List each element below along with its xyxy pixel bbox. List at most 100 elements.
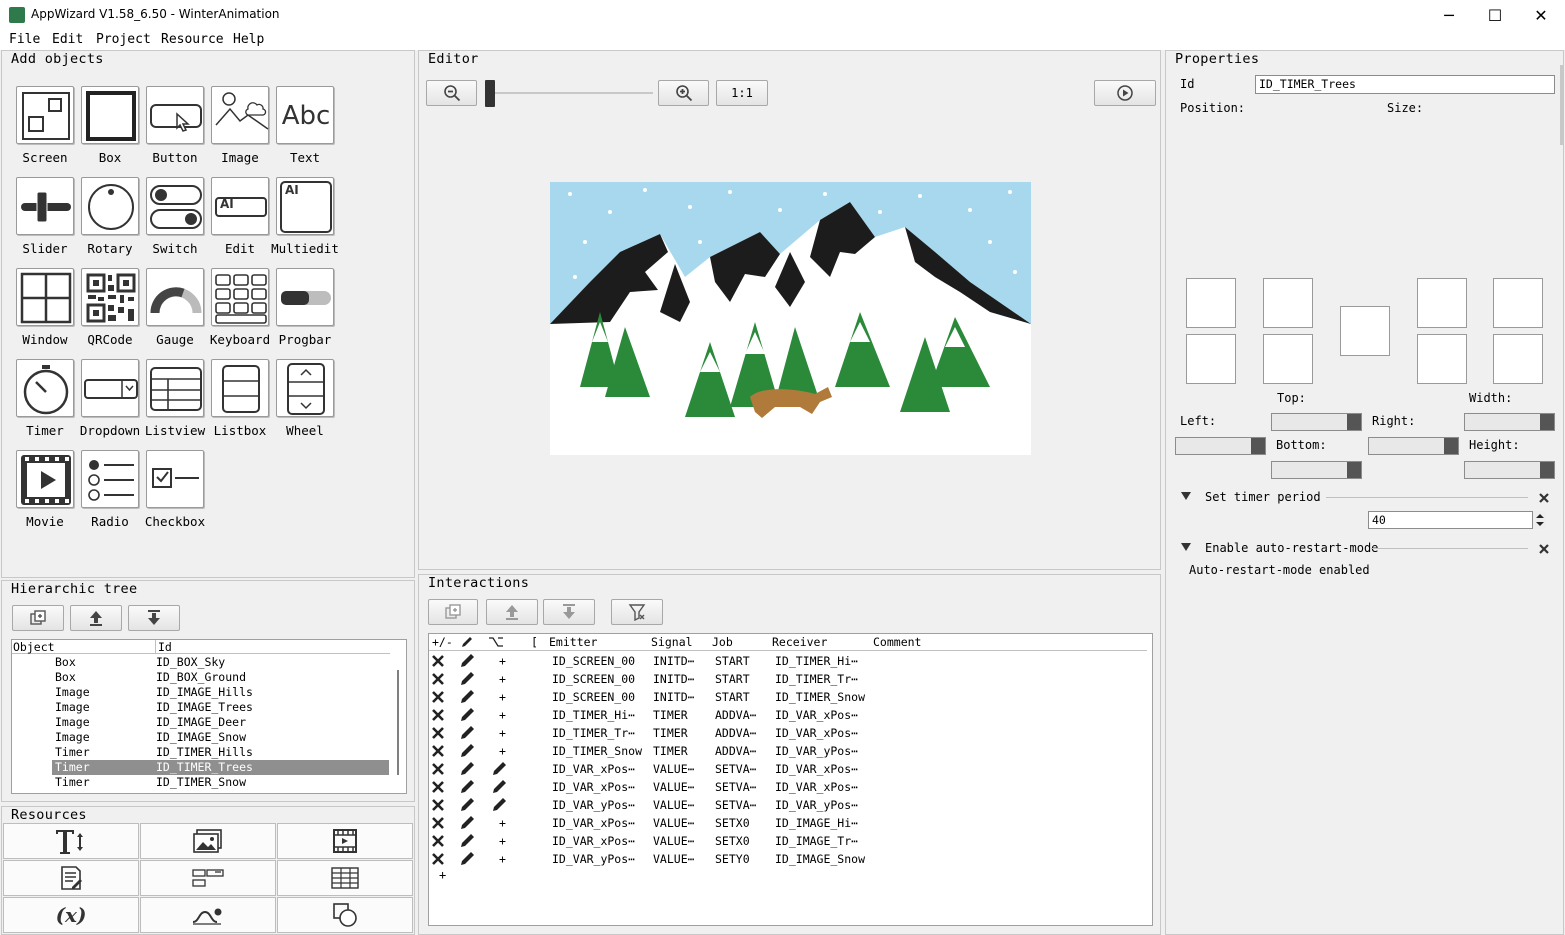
edit-icon[interactable] bbox=[459, 707, 477, 723]
zoom-reset-button[interactable]: 1:1 bbox=[716, 80, 768, 106]
editor-canvas[interactable] bbox=[550, 182, 1031, 455]
interaction-row[interactable]: + ID_VAR_xPos⋯ VALUE⋯ SETX0 ID_IMAGE_Tr⋯ bbox=[429, 832, 1147, 850]
edit-icon[interactable] bbox=[459, 761, 477, 777]
edit-icon[interactable] bbox=[459, 797, 477, 813]
interaction-move-up-button[interactable] bbox=[486, 599, 538, 625]
add-text-button[interactable]: Abc bbox=[276, 86, 334, 144]
tree-row[interactable]: Timer ID_TIMER_Trees bbox=[12, 760, 390, 775]
interaction-row[interactable]: + ID_TIMER_Hi⋯ TIMER ADDVA⋯ ID_VAR_xPos⋯ bbox=[429, 706, 1147, 724]
zoom-in-button[interactable] bbox=[658, 80, 709, 106]
tree-scrollbar[interactable] bbox=[397, 670, 399, 775]
col-signal[interactable]: Signal bbox=[651, 633, 693, 651]
interaction-row[interactable]: + ID_SCREEN_00 INITD⋯ START ID_TIMER_Hi⋯ bbox=[429, 652, 1147, 670]
play-button[interactable] bbox=[1094, 80, 1156, 106]
remove-icon[interactable] bbox=[1538, 492, 1550, 504]
add-box-button[interactable] bbox=[81, 86, 139, 144]
add-edit-button[interactable]: AI bbox=[211, 177, 269, 235]
interaction-row[interactable]: + ID_VAR_yPos⋯ VALUE⋯ SETY0 ID_IMAGE_Snow bbox=[429, 850, 1147, 868]
resource-movies-button[interactable] bbox=[277, 823, 413, 859]
edit-icon[interactable] bbox=[459, 815, 477, 831]
interaction-row[interactable]: + ID_TIMER_Tr⋯ TIMER ADDVA⋯ ID_VAR_xPos⋯ bbox=[429, 724, 1147, 742]
height-field[interactable] bbox=[1464, 461, 1555, 479]
delete-icon[interactable] bbox=[432, 835, 444, 847]
tree-header-object[interactable]: Object bbox=[13, 640, 55, 654]
interaction-row[interactable]: + ID_VAR_xPos⋯ VALUE⋯ SETX0 ID_IMAGE_Hi⋯ bbox=[429, 814, 1147, 832]
tree-row[interactable]: Box ID_BOX_Ground bbox=[12, 670, 390, 685]
col-job[interactable]: Job bbox=[712, 633, 733, 651]
zoom-slider-thumb[interactable] bbox=[485, 80, 495, 107]
interaction-row[interactable]: ID_VAR_xPos⋯ VALUE⋯ SETVA⋯ ID_VAR_xPos⋯ bbox=[429, 760, 1147, 778]
interaction-row[interactable]: ID_VAR_yPos⋯ VALUE⋯ SETVA⋯ ID_VAR_yPos⋯ bbox=[429, 796, 1147, 814]
width-field[interactable] bbox=[1464, 413, 1555, 431]
delete-icon[interactable] bbox=[432, 691, 444, 703]
add-movie-button[interactable] bbox=[16, 450, 74, 508]
timer-period-spinner[interactable] bbox=[1532, 511, 1546, 529]
zoom-out-button[interactable] bbox=[426, 80, 477, 106]
add-screen-button[interactable] bbox=[16, 86, 74, 144]
col-receiver[interactable]: Receiver bbox=[772, 633, 827, 651]
edit-icon[interactable] bbox=[459, 779, 477, 795]
tree-copy-button[interactable] bbox=[12, 605, 64, 631]
resource-table-button[interactable] bbox=[277, 860, 413, 896]
edit-icon[interactable] bbox=[459, 851, 477, 867]
add-wheel-button[interactable] bbox=[276, 359, 334, 417]
menu-help[interactable]: Help bbox=[233, 32, 264, 47]
add-checkbox-button[interactable] bbox=[146, 450, 204, 508]
tree-row[interactable]: Image ID_IMAGE_Trees bbox=[12, 700, 390, 715]
interaction-row[interactable]: + ID_SCREEN_00 INITD⋯ START ID_TIMER_Tr⋯ bbox=[429, 670, 1147, 688]
interaction-filter-button[interactable] bbox=[611, 599, 663, 625]
add-radio-button[interactable] bbox=[81, 450, 139, 508]
anchor-height-button[interactable] bbox=[1493, 334, 1543, 384]
anchor-width-button[interactable] bbox=[1493, 278, 1543, 328]
delete-icon[interactable] bbox=[432, 673, 444, 685]
interaction-copy-button[interactable] bbox=[428, 599, 478, 625]
resource-fonts-button[interactable] bbox=[3, 823, 139, 859]
resource-variables-button[interactable] bbox=[140, 860, 276, 896]
tree-row[interactable]: Box ID_BOX_Sky bbox=[12, 655, 390, 670]
delete-icon[interactable] bbox=[432, 727, 444, 739]
col-bracket[interactable]: [ bbox=[531, 633, 538, 651]
close-button[interactable]: ✕ bbox=[1518, 0, 1564, 30]
edit-icon[interactable] bbox=[491, 797, 509, 813]
col-comment[interactable]: Comment bbox=[873, 633, 921, 651]
tree-row[interactable]: Image ID_IMAGE_Snow bbox=[12, 730, 390, 745]
delete-icon[interactable] bbox=[432, 763, 444, 775]
edit-icon[interactable] bbox=[459, 671, 477, 687]
interaction-row[interactable]: + ID_SCREEN_00 INITD⋯ START ID_TIMER_Snow bbox=[429, 688, 1147, 706]
tree-row[interactable]: Image ID_IMAGE_Hills bbox=[12, 685, 390, 700]
menu-project[interactable]: Project bbox=[96, 32, 151, 47]
add-keyboard-button[interactable] bbox=[211, 268, 269, 326]
add-rotary-button[interactable] bbox=[81, 177, 139, 235]
remove-icon[interactable] bbox=[1538, 543, 1550, 555]
edit-icon[interactable] bbox=[459, 743, 477, 759]
timer-period-field[interactable]: 40 bbox=[1368, 511, 1546, 529]
delete-icon[interactable] bbox=[432, 745, 444, 757]
edit-icon[interactable] bbox=[459, 689, 477, 705]
minimize-button[interactable]: ─ bbox=[1426, 0, 1472, 30]
add-progbar-button[interactable] bbox=[276, 268, 334, 326]
anchor-right-top-button[interactable] bbox=[1417, 278, 1467, 328]
edit-icon[interactable] bbox=[491, 761, 509, 777]
add-interaction[interactable]: + bbox=[439, 868, 446, 882]
delete-icon[interactable] bbox=[432, 799, 444, 811]
anchor-left-top-button[interactable] bbox=[1186, 278, 1236, 328]
resource-shapes-button[interactable] bbox=[277, 897, 413, 933]
add-gauge-button[interactable] bbox=[146, 268, 204, 326]
add-listview-button[interactable] bbox=[146, 359, 204, 417]
add-dropdown-button[interactable] bbox=[81, 359, 139, 417]
anchor-right-bottom-button[interactable] bbox=[1417, 334, 1467, 384]
tree-move-up-button[interactable] bbox=[70, 605, 122, 631]
edit-icon[interactable] bbox=[491, 779, 509, 795]
bottom-field[interactable] bbox=[1271, 461, 1362, 479]
zoom-slider-track[interactable] bbox=[485, 92, 653, 94]
anchor-center-button[interactable] bbox=[1340, 306, 1390, 356]
resource-images-button[interactable] bbox=[140, 823, 276, 859]
add-slider-button[interactable] bbox=[16, 177, 74, 235]
interaction-row[interactable]: ID_VAR_xPos⋯ VALUE⋯ SETVA⋯ ID_VAR_xPos⋯ bbox=[429, 778, 1147, 796]
tree-row[interactable]: Timer ID_TIMER_Hills bbox=[12, 745, 390, 760]
add-button-button[interactable] bbox=[146, 86, 204, 144]
delete-icon[interactable] bbox=[432, 781, 444, 793]
menu-file[interactable]: File bbox=[9, 32, 40, 47]
collapse-arrow-icon[interactable] bbox=[1180, 542, 1192, 552]
maximize-button[interactable]: ☐ bbox=[1472, 0, 1518, 30]
